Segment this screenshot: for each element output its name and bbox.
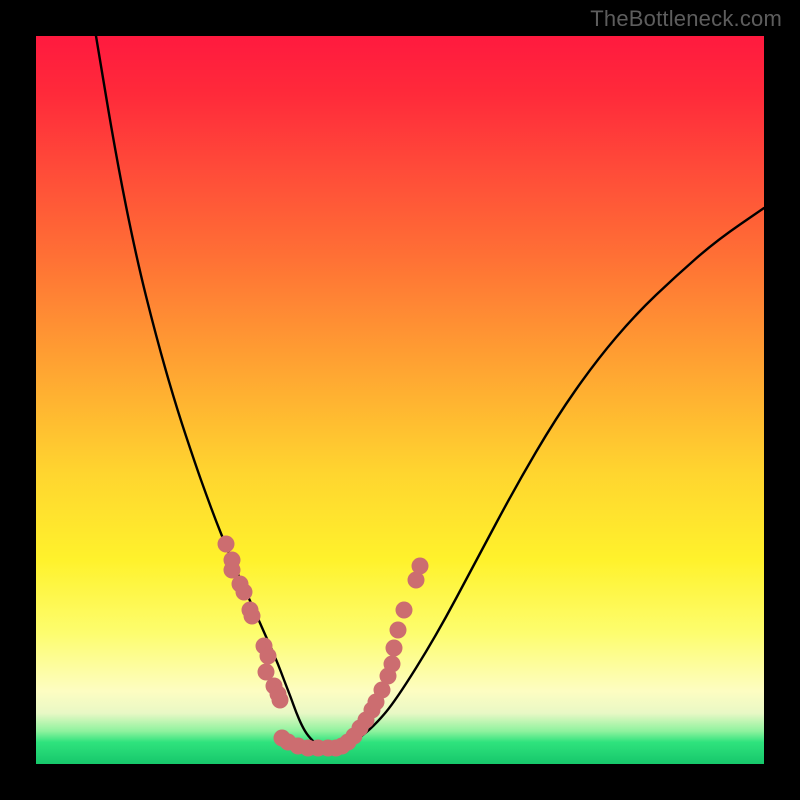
data-dot bbox=[386, 640, 403, 657]
watermark-text: TheBottleneck.com bbox=[590, 6, 782, 32]
data-dot bbox=[260, 648, 277, 665]
data-dot bbox=[272, 692, 289, 709]
dot-group bbox=[218, 536, 429, 757]
curve-svg bbox=[36, 36, 764, 764]
data-dot bbox=[390, 622, 407, 639]
outer-frame: TheBottleneck.com bbox=[0, 0, 800, 800]
data-dot bbox=[412, 558, 429, 575]
data-dot bbox=[384, 656, 401, 673]
data-dot bbox=[396, 602, 413, 619]
data-dot bbox=[218, 536, 235, 553]
data-dot bbox=[236, 584, 253, 601]
plot-area bbox=[36, 36, 764, 764]
data-dot bbox=[244, 608, 261, 625]
bottleneck-curve bbox=[96, 36, 764, 747]
